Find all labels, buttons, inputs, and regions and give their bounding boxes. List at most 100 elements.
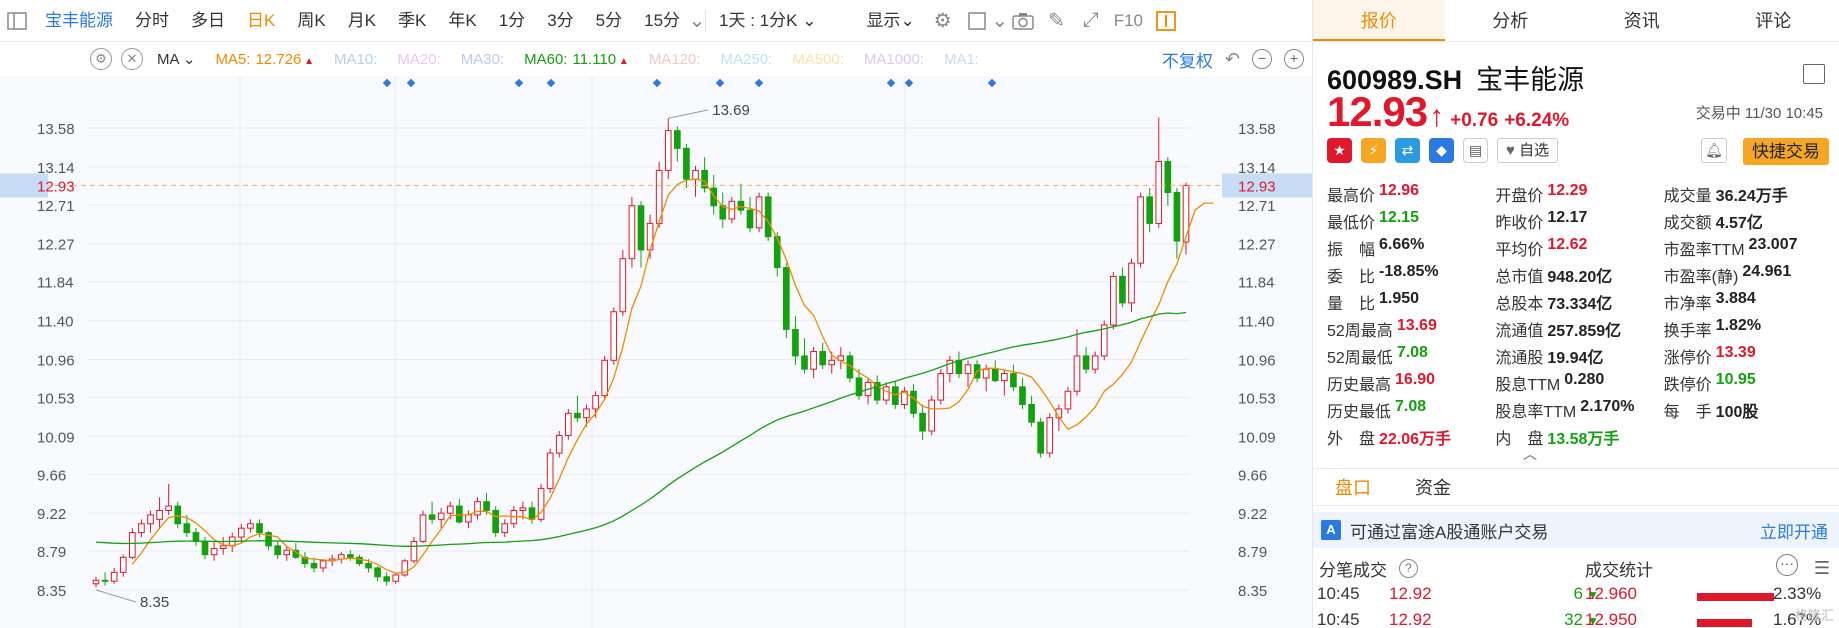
panel-tab[interactable]: 报价 (1313, 0, 1445, 41)
sidebar-toggle-icon[interactable] (4, 0, 30, 42)
range-selector[interactable]: 1天 : 1分K ⌄ (708, 0, 827, 42)
panel-tab[interactable]: 资讯 (1576, 0, 1708, 41)
quote-value: 2.170% (1580, 397, 1635, 415)
candle-body (1128, 262, 1135, 304)
candle-body (501, 523, 509, 534)
candle-body (610, 311, 618, 361)
ma-item[interactable]: MA5: 12.726 ▲ (215, 51, 314, 68)
shuffle-icon[interactable]: ⇄ (1395, 138, 1420, 163)
stock-name-tab[interactable]: 宝丰能源 (34, 0, 124, 42)
y-tick-right: 12.71 (1238, 198, 1276, 215)
candle-body (1082, 355, 1090, 370)
candle-body (628, 205, 636, 260)
zoom-in-icon[interactable]: + (1284, 49, 1304, 69)
candle-body (483, 501, 490, 511)
chevron-down-icon[interactable]: ⌄ (991, 0, 1008, 42)
candle-body (119, 556, 127, 573)
fullscreen-icon[interactable]: ⤢ (1078, 0, 1104, 42)
candle-body (101, 579, 109, 582)
watchlist-button[interactable]: ♥ 自选 (1497, 138, 1559, 163)
candle-body (819, 350, 826, 366)
china-flag-icon[interactable]: ★ (1327, 138, 1352, 163)
panel-tab[interactable]: 评论 (1708, 0, 1839, 41)
candle-body (664, 130, 672, 171)
bell-icon[interactable]: 🔔︎ (1701, 138, 1727, 163)
tick-time: 10:45 (1317, 610, 1360, 628)
ma-item[interactable]: MA1000: (864, 51, 924, 68)
zoom-out-icon[interactable]: − (1252, 49, 1272, 69)
gear-icon[interactable]: ⚙ (930, 0, 956, 42)
notes-icon[interactable]: ▤ (1463, 138, 1488, 163)
quote-value: 13.58万手 (1547, 430, 1620, 448)
f10-button[interactable]: F10 (1108, 0, 1149, 42)
ma-item[interactable]: MA60: 11.110 ▲ (524, 51, 629, 68)
quote-key: 开盘价 (1495, 187, 1544, 205)
candle-body (219, 545, 227, 549)
candle-body (183, 523, 191, 534)
quote-value: 12.62 (1547, 235, 1588, 253)
close-icon[interactable]: ✕ (121, 48, 143, 70)
candle-body (1119, 275, 1126, 304)
camera-icon[interactable] (1010, 0, 1036, 42)
ma-selector[interactable]: MA ⌄ (157, 50, 195, 68)
rect-tool-icon[interactable] (964, 0, 990, 42)
quote-value: 1.950 (1379, 289, 1420, 307)
panel-toggle-icon[interactable] (1153, 0, 1179, 42)
candle-body (637, 205, 645, 251)
period-tab[interactable]: 多日 (180, 0, 236, 42)
ma-item[interactable]: MA1: (944, 51, 979, 68)
period-tab[interactable]: 日K (236, 0, 286, 42)
period-tab[interactable]: 年K (437, 0, 487, 42)
period-tab[interactable]: 3分 (536, 0, 584, 42)
fast-trade-button[interactable]: 快捷交易 (1743, 138, 1829, 165)
period-tab[interactable]: 分时 (124, 0, 180, 42)
ma-item[interactable]: MA250: (721, 51, 773, 68)
ma-item[interactable]: MA10: (334, 51, 377, 68)
banner-link[interactable]: 立即开通 (1760, 518, 1828, 543)
annotation-label: 13.69 (712, 102, 750, 119)
undo-icon[interactable]: ↶ (1225, 49, 1240, 70)
tag-icon[interactable]: ◆ (1429, 138, 1454, 163)
ma-item[interactable]: MA20: (397, 51, 440, 68)
list-icon[interactable]: ☰ (1814, 558, 1830, 579)
candle-body (555, 434, 563, 454)
sub-tab[interactable]: 资金 (1393, 469, 1473, 505)
candle-body (1137, 196, 1144, 264)
period-tab[interactable]: 季K (387, 0, 437, 42)
quote-value: 73.334亿 (1547, 295, 1613, 313)
quote-key: 52周最低 (1327, 349, 1393, 367)
quote-value: 100股 (1715, 403, 1759, 421)
period-tab[interactable]: 周K (286, 0, 336, 42)
period-tab[interactable]: 1分 (488, 0, 536, 42)
kline-chart[interactable]: 13.58 13.58 13.14 13.14 12.71 12.71 12.27 12.27… (0, 76, 1312, 628)
chevron-up-icon[interactable]: ︿ (1523, 444, 1537, 464)
adjust-link[interactable]: 不复权 (1162, 47, 1213, 72)
tick-price: 12.92 (1389, 584, 1432, 603)
ma-item[interactable]: MA30: (461, 51, 504, 68)
kline-svg[interactable]: 13.58 13.5813.14 13.1412.71 12.7112.27 12.27… (0, 76, 1312, 628)
candle-body (1182, 184, 1190, 243)
ma-item[interactable]: MA120: (649, 51, 701, 68)
help-icon[interactable]: ? (1399, 559, 1418, 578)
period-tab[interactable]: 月K (337, 0, 387, 42)
panel-tab[interactable]: 分析 (1445, 0, 1577, 41)
quote-value: 13.69 (1396, 316, 1437, 334)
candle-body (274, 545, 281, 556)
period-tab[interactable]: 15分 (633, 0, 691, 42)
period-tab[interactable]: 5分 (585, 0, 633, 42)
candle-body (737, 200, 745, 211)
display-menu[interactable]: 显示⌄ (855, 0, 925, 42)
candle-body (437, 512, 445, 520)
chevron-down-icon[interactable]: ⌄ (689, 0, 706, 42)
ma-item[interactable]: MA500: (792, 51, 844, 68)
quote-value: 36.24万手 (1715, 187, 1788, 205)
sub-tab[interactable]: 盘口 (1313, 469, 1393, 505)
settings-icon[interactable]: ⚙ (90, 48, 112, 70)
more-icon[interactable]: ··· (1776, 554, 1798, 576)
stat-pct: 2.33% (1773, 584, 1822, 603)
quote-row: 历史最高 16.90 股息TTM 0.280 跌停价 10.95 (1327, 369, 1832, 396)
pen-icon[interactable]: ✎ (1044, 0, 1070, 42)
candle-body (465, 514, 472, 523)
lightning-icon[interactable]: ⚡ (1361, 138, 1386, 163)
menu-icon[interactable] (1803, 64, 1825, 84)
